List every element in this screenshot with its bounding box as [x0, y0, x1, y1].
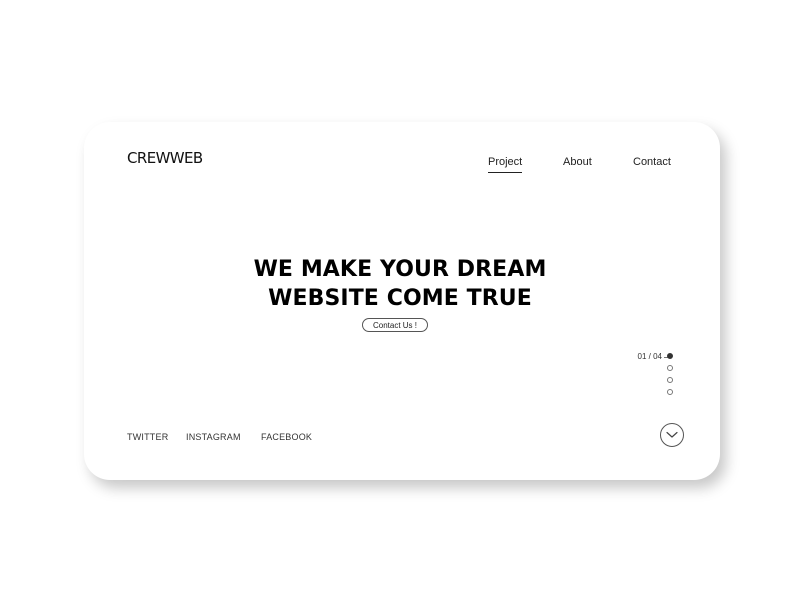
hero-title-line-2: WEBSITE COME TRUE	[268, 286, 532, 311]
pager-dot-3[interactable]	[667, 377, 673, 383]
hero-title: WE MAKE YOUR DREAM WEBSITE COME TRUE	[150, 255, 650, 313]
nav-item-project[interactable]: Project	[488, 155, 523, 173]
slide-pager: 01 / 04	[628, 350, 678, 400]
slide-counter: 01 / 04	[637, 352, 662, 361]
nav-item-about[interactable]: About	[563, 155, 592, 169]
facebook-link[interactable]: FACEBOOK	[261, 432, 312, 443]
pager-dot-2[interactable]	[667, 365, 673, 371]
instagram-link[interactable]: INSTAGRAM	[186, 432, 241, 443]
page: CREWWEB Project About Contact WE MAKE YO…	[0, 0, 800, 600]
nav-item-contact[interactable]: Contact	[633, 155, 671, 169]
chevron-down-icon	[666, 431, 678, 438]
scroll-down-button[interactable]	[660, 423, 684, 447]
twitter-link[interactable]: TWITTER	[127, 432, 168, 443]
hero-title-line-1: WE MAKE YOUR DREAM	[253, 257, 547, 282]
brand-logo[interactable]: CREWWEB	[127, 149, 203, 167]
pager-dot-1[interactable]	[667, 353, 673, 359]
pager-dot-4[interactable]	[667, 389, 673, 395]
contact-us-button[interactable]: Contact Us !	[362, 318, 428, 332]
